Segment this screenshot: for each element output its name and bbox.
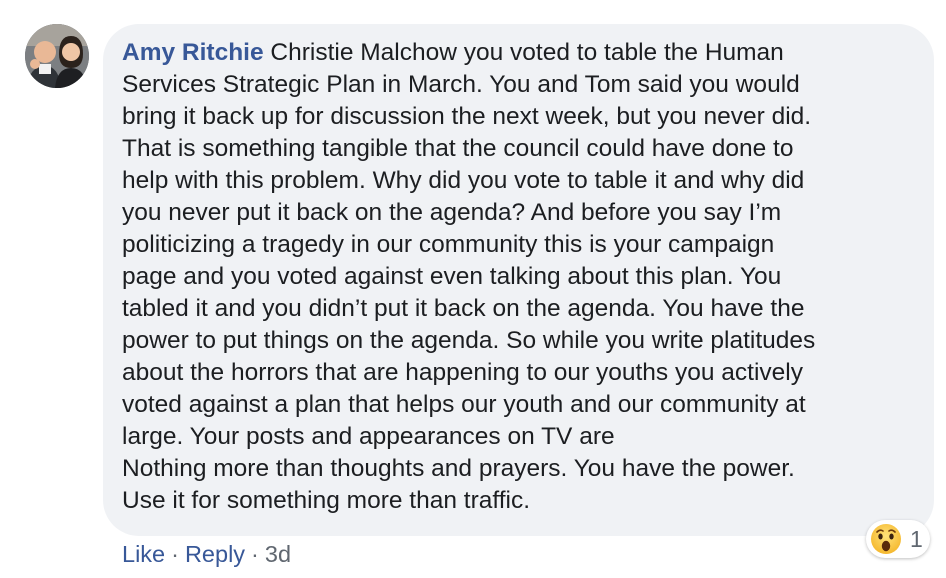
comment-body-line: Use it for something more than traffic. xyxy=(122,487,531,514)
comment-body-line: Nothing more than thoughts and prayers. … xyxy=(122,455,795,482)
reply-button[interactable]: Reply xyxy=(185,541,245,567)
comment-timestamp[interactable]: 3d xyxy=(265,541,291,567)
comment-body-line: page and you voted against even talking … xyxy=(122,263,782,290)
comment-author-link[interactable]: Amy Ritchie xyxy=(122,39,264,66)
comment-body-line: bring it back up for discussion the next… xyxy=(122,103,812,130)
like-button[interactable]: Like xyxy=(122,541,165,567)
comment-text: Amy Ritchie Christie Malchow you voted t… xyxy=(122,37,922,517)
comment-body-line: tabled it and you didn’t put it back on … xyxy=(122,295,805,322)
comment-body-line: politicizing a tragedy in our community … xyxy=(122,231,775,258)
comment-body-line: about the horrors that are happening to … xyxy=(122,359,803,386)
comment-body-line: Christie Malchow you voted to table the … xyxy=(263,39,784,66)
reaction-summary[interactable]: 1 xyxy=(866,520,930,558)
comment-body-line: help with this problem. Why did you vote… xyxy=(122,167,805,194)
wow-icon xyxy=(871,524,901,554)
avatar-photo xyxy=(25,24,89,88)
comment-body-line: you never put it back on the agenda? And… xyxy=(122,199,782,226)
comment-bubble: Amy Ritchie Christie Malchow you voted t… xyxy=(103,24,934,536)
separator-dot: · xyxy=(251,541,259,567)
reaction-count: 1 xyxy=(910,525,923,552)
comment-body-line: Services Strategic Plan in March. You an… xyxy=(122,71,800,98)
comment-body-line: power to put things on the agenda. So wh… xyxy=(122,327,816,354)
comment-actions: Like · Reply · 3d xyxy=(122,538,291,570)
comment-body-line: voted against a plan that helps our yout… xyxy=(122,391,806,418)
avatar[interactable] xyxy=(25,24,89,88)
comment-body-line: That is something tangible that the coun… xyxy=(122,135,794,162)
comment-body-line: large. Your posts and appearances on TV … xyxy=(122,423,615,450)
separator-dot: · xyxy=(171,541,179,567)
